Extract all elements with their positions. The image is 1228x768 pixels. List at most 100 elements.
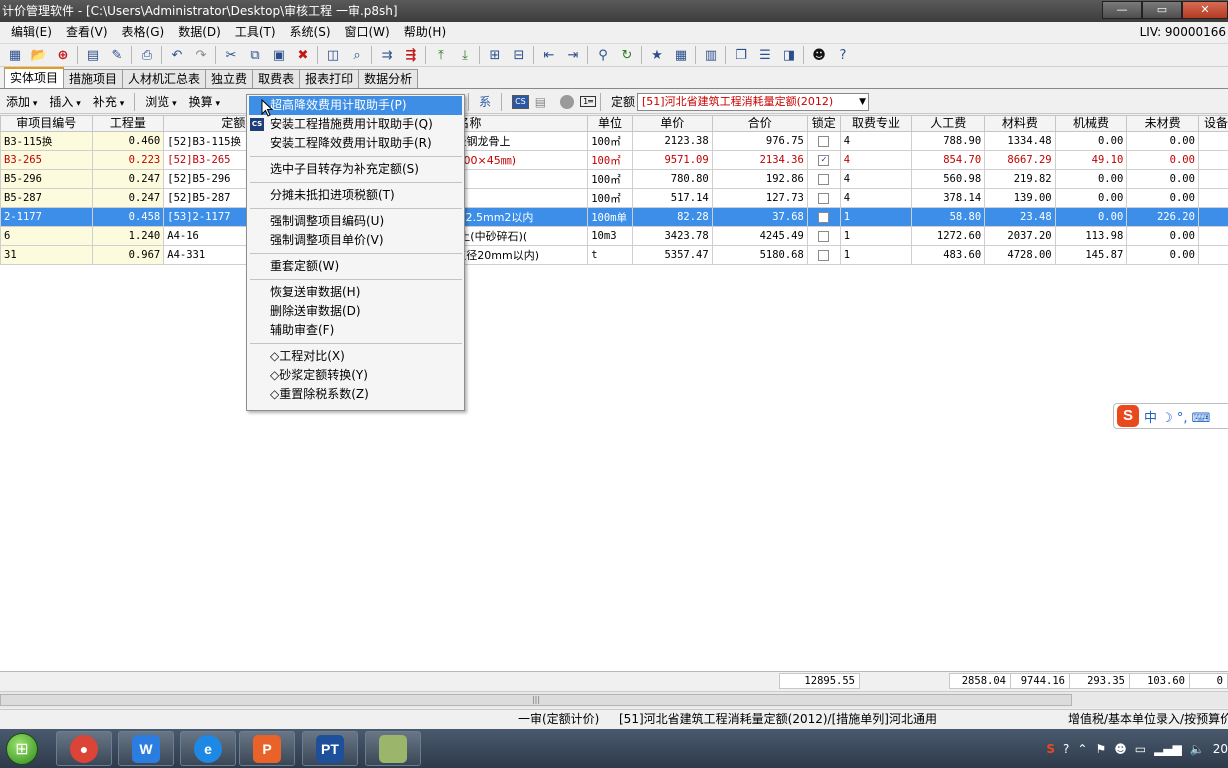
col-price[interactable]: 单价	[631, 115, 713, 132]
table-row[interactable]: B3-115换0.460[52]B3-115换吊顶板天棚面层, 安在U型轻钢龙骨…	[0, 131, 1228, 151]
cell-labor[interactable]: 483.60	[911, 245, 986, 265]
context-menu-item[interactable]: 强制调整项目单价(V)	[247, 231, 464, 250]
cell-unit[interactable]: 100㎡	[587, 150, 633, 170]
close-button[interactable]: ✕	[1182, 1, 1228, 19]
menu-system[interactable]: 系统(S)	[283, 22, 338, 42]
cell-equip[interactable]: 0	[1197, 150, 1228, 170]
checkbox-icon[interactable]	[818, 249, 830, 261]
col-material[interactable]: 材料费	[984, 115, 1056, 132]
cell-qty[interactable]: 0.460	[91, 131, 165, 151]
cell-unmat[interactable]: 0.00	[1126, 150, 1199, 170]
cell-total[interactable]: 37.68	[711, 207, 808, 227]
cell-price[interactable]: 517.14	[631, 188, 713, 208]
insert-dropdown[interactable]: 插入	[43, 93, 86, 110]
cell-unmat[interactable]: 0.00	[1126, 245, 1199, 265]
context-menu-item[interactable]: ◇工程对比(X)	[247, 347, 464, 366]
menu-data[interactable]: 数据(D)	[171, 22, 228, 42]
cell-code[interactable]: 6	[0, 226, 93, 246]
cell-code[interactable]: B5-287	[0, 188, 93, 208]
context-menu-item[interactable]: ◇砂浆定额转换(Y)	[247, 366, 464, 385]
number-box-icon[interactable]: 1═	[580, 96, 596, 107]
tab-report-print[interactable]: 报表打印	[299, 69, 360, 88]
cell-equip[interactable]: 0	[1197, 169, 1228, 189]
cell-code[interactable]: 2-1177	[0, 207, 93, 227]
redo-icon[interactable]: ↷	[192, 46, 210, 64]
move-up-icon[interactable]: ⤒	[432, 46, 450, 64]
table-row[interactable]: 2-11770.458[53]2-1177线, 照明线路铜芯, 导线截面2.5m…	[0, 207, 1228, 227]
cell-qty[interactable]: 1.240	[91, 226, 165, 246]
cell-material[interactable]: 219.82	[984, 169, 1056, 189]
window-icon[interactable]: ◫	[324, 46, 342, 64]
cell-labor[interactable]: 1272.60	[911, 226, 986, 246]
menu-view[interactable]: 查看(V)	[59, 22, 115, 42]
col-labor[interactable]: 人工费	[911, 115, 986, 132]
cell-material[interactable]: 1334.48	[984, 131, 1056, 151]
cell-equip[interactable]: 0	[1197, 188, 1228, 208]
cell-equip[interactable]: 0	[1197, 131, 1228, 151]
flag-tray-icon[interactable]: ⚑	[1095, 742, 1106, 756]
col-qty[interactable]: 工程量	[91, 115, 165, 132]
ime-toolbar[interactable]: S 中 ☽ °, ⌨	[1113, 403, 1228, 429]
taskbar-app-button[interactable]: ●	[56, 731, 112, 766]
col-unpriced-material[interactable]: 未材费	[1126, 115, 1199, 132]
context-menu-item[interactable]: 超高降效费用计取助手(P)	[249, 96, 462, 115]
sogou-tray-icon[interactable]: S	[1046, 742, 1055, 756]
cell-unmat[interactable]: 226.20	[1126, 207, 1199, 227]
checkbox-icon[interactable]	[818, 230, 830, 242]
minimize-button[interactable]: —	[1102, 1, 1142, 19]
cell-qty[interactable]: 0.247	[91, 169, 165, 189]
cell-machine[interactable]: 49.10	[1054, 150, 1128, 170]
cell-qty[interactable]: 0.967	[91, 245, 165, 265]
context-menu-item[interactable]: 重套定额(W)	[247, 257, 464, 276]
add-dropdown[interactable]: 添加	[0, 93, 43, 110]
menu-help[interactable]: 帮助(H)	[397, 22, 453, 42]
cell-total[interactable]: 2134.36	[711, 150, 808, 170]
align-left-icon[interactable]: ⇤	[540, 46, 558, 64]
context-menu-item[interactable]: 强制调整项目编码(U)	[247, 212, 464, 231]
align-right-icon[interactable]: ⇥	[564, 46, 582, 64]
cell-locked[interactable]	[806, 188, 841, 208]
find-replace-icon[interactable]: ⌕	[348, 46, 366, 64]
cell-price[interactable]: 9571.09	[631, 150, 713, 170]
cell-labor[interactable]: 854.70	[911, 150, 986, 170]
tab-independent-fee[interactable]: 独立费	[205, 69, 254, 88]
taskbar-app-button[interactable]: W	[118, 731, 174, 766]
cell-fee[interactable]: 1	[839, 245, 913, 265]
cell-material[interactable]: 4728.00	[984, 245, 1056, 265]
cell-fee[interactable]: 4	[839, 150, 913, 170]
cell-labor[interactable]: 58.80	[911, 207, 986, 227]
checkbox-checked-icon[interactable]: ✓	[818, 154, 830, 166]
cell-unmat[interactable]: 0.00	[1126, 188, 1199, 208]
table-row[interactable]: B3-2650.223[52]B3-265格栅吊顶天棚 (规格100×100×4…	[0, 150, 1228, 170]
cell-code[interactable]: 31	[0, 245, 93, 265]
cell-code[interactable]: B5-296	[0, 169, 93, 189]
cell-price[interactable]: 3423.78	[631, 226, 713, 246]
cell-unit[interactable]: t	[587, 245, 633, 265]
refresh-icon[interactable]: ↻	[618, 46, 636, 64]
cell-equip[interactable]: 0	[1197, 226, 1228, 246]
circle-icon[interactable]	[560, 94, 575, 109]
cell-unit[interactable]: 100m单	[587, 207, 633, 227]
scrollbar-thumb[interactable]: |||	[0, 694, 1072, 706]
cell-fee[interactable]: 4	[839, 131, 913, 151]
table-row[interactable]: B5-2870.247[52]B5-287满刮防水成品腻子二遍100㎡517.1…	[0, 188, 1228, 208]
col-code[interactable]: 审项目编号	[0, 115, 93, 132]
qq-icon[interactable]: ☻	[810, 46, 828, 64]
cell-machine[interactable]: 0.00	[1054, 207, 1128, 227]
cell-labor[interactable]: 788.90	[911, 131, 986, 151]
cell-machine[interactable]: 0.00	[1054, 188, 1128, 208]
menu-table[interactable]: 表格(G)	[115, 22, 172, 42]
taskbar-app-button[interactable]: e	[180, 731, 236, 766]
cell-machine[interactable]: 0.00	[1054, 131, 1128, 151]
cell-locked[interactable]	[806, 131, 841, 151]
cell-total[interactable]: 192.86	[711, 169, 808, 189]
cell-equip[interactable]: 0	[1197, 207, 1228, 227]
cell-machine[interactable]: 113.98	[1054, 226, 1128, 246]
context-menu-item[interactable]: 删除送审数据(D)	[247, 302, 464, 321]
print-icon[interactable]: ⎙	[138, 46, 156, 64]
document-icon[interactable]: ▤	[84, 46, 102, 64]
convert-dropdown[interactable]: 换算	[183, 93, 226, 110]
checkbox-icon[interactable]	[818, 173, 830, 185]
cell-fee[interactable]: 1	[839, 226, 913, 246]
col-total[interactable]: 合价	[711, 115, 808, 132]
